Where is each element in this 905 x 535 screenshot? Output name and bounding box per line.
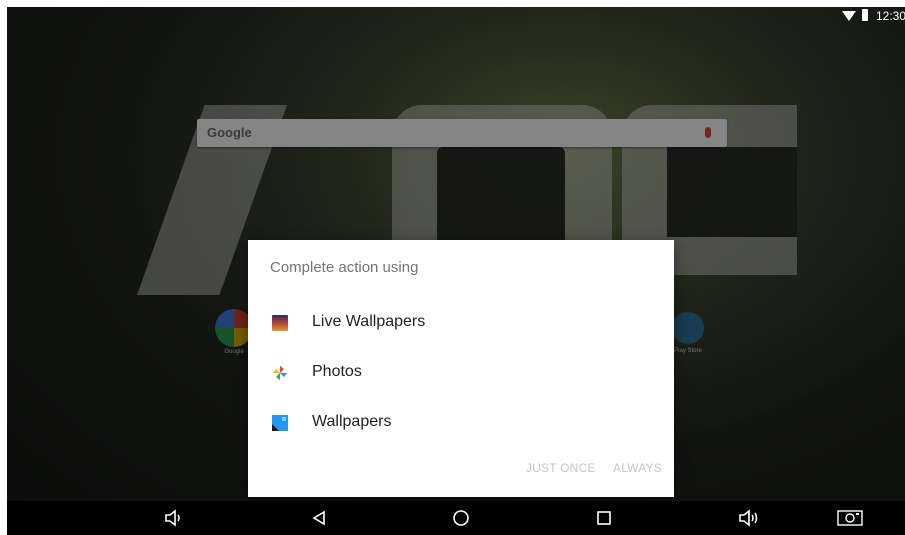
status-bar: 12:30 bbox=[7, 7, 905, 25]
option-label: Live Wallpapers bbox=[312, 313, 426, 330]
volume-up-icon[interactable] bbox=[729, 501, 769, 535]
option-photos[interactable]: Photos bbox=[248, 348, 674, 398]
recents-icon[interactable] bbox=[584, 501, 624, 535]
back-icon[interactable] bbox=[299, 501, 339, 535]
wallpapers-icon bbox=[272, 415, 288, 431]
home-icon[interactable] bbox=[441, 501, 481, 535]
just-once-button[interactable]: JUST ONCE bbox=[526, 461, 596, 475]
dialog-title: Complete action using bbox=[270, 259, 419, 276]
volume-down-icon[interactable] bbox=[153, 501, 193, 535]
screen: Google Google Play Store 12:30 Complete … bbox=[7, 7, 905, 535]
battery-icon bbox=[862, 9, 868, 21]
wifi-icon bbox=[842, 11, 856, 21]
live-wallpapers-icon bbox=[272, 315, 288, 331]
option-live-wallpapers[interactable]: Live Wallpapers bbox=[248, 298, 674, 348]
option-wallpapers[interactable]: Wallpapers bbox=[248, 398, 674, 448]
always-button[interactable]: ALWAYS bbox=[613, 461, 662, 475]
option-label: Photos bbox=[312, 363, 362, 380]
screenshot-icon[interactable] bbox=[830, 501, 870, 535]
option-label: Wallpapers bbox=[312, 413, 392, 430]
status-clock: 12:30 bbox=[876, 9, 905, 23]
chooser-dialog: Complete action using Live Wallpapers Ph… bbox=[248, 240, 674, 497]
photos-icon bbox=[272, 365, 288, 381]
navigation-bar bbox=[7, 501, 905, 535]
